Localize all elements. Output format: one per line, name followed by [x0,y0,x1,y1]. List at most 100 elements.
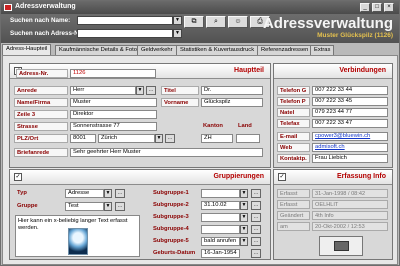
connection-value-telefon-g[interactable]: 007 222 33 44 [312,86,388,95]
vorname-field[interactable]: Glückspilz [201,98,263,107]
subgroup-4-label: Subgruppe-4 [153,226,189,232]
briefanrede-field[interactable]: Sehr geehrter Herr Muster [70,148,263,157]
connection-value-web[interactable]: admisoft.ch [312,143,388,152]
zeile3-field[interactable]: Direktor [70,110,157,119]
tab-extras[interactable]: Extras [310,45,335,55]
subgroup-2-field[interactable]: 31.10.02 [201,201,240,210]
record-action-button[interactable] [319,236,363,256]
app-subtitle: Muster Glückspilz (1126) [317,32,393,39]
info-label-geaendert: Geändert [277,211,310,220]
title-bar: Adressverwaltung _ □ × [1,1,399,14]
connection-value-telefon-p[interactable]: 007 222 33 45 [312,97,388,106]
gruppe-more-button[interactable]: … [115,202,125,211]
subgroup-5-dropdown[interactable]: ▼ [240,237,248,246]
subgroup-3-dropdown[interactable]: ▼ [240,213,248,222]
search-name-input[interactable] [77,16,173,25]
search-address-dropdown[interactable]: ▼ [173,29,182,38]
birth-date-more-button[interactable]: … [251,249,261,258]
name-label: Name/Firma [14,98,68,107]
search-name-dropdown[interactable]: ▼ [173,16,182,25]
groups-panel-checkbox[interactable]: ✓ [14,173,22,181]
titel-label: Titel [161,86,199,95]
info-value-erfasst-1: 31-Jan-1998 / 08:42 [312,189,388,198]
connection-label-telefon-p: Telefon P [277,97,310,106]
tab-statistiken[interactable]: Statistiken & Kuvertausdruck [176,45,259,55]
tab-referenzadressen[interactable]: Referenzadressen [257,45,313,55]
search-name-label: Suchen nach Name: [10,17,71,24]
land-field[interactable] [236,134,260,143]
search-button[interactable]: ⌕ [206,16,226,28]
connection-value-telefax[interactable]: 007 222 33 47 [312,119,388,128]
notes-area[interactable]: Hier kann ein x-beliebig langer Text erf… [15,215,140,257]
subgroup-1-label: Subgruppe-1 [153,190,189,196]
subgroup-5-more-button[interactable]: … [251,237,261,246]
plz-label: PLZ/Ort [14,134,68,143]
ort-field[interactable]: Zürich [98,134,155,143]
subgroup-5-label: Subgruppe-5 [153,238,189,244]
typ-dropdown[interactable]: ▼ [104,189,112,198]
name-field[interactable]: Muster [70,98,157,107]
zeile3-label: Zeile 3 [14,110,68,119]
copy-button[interactable]: ⧉ [184,16,204,28]
ort-more-button[interactable]: … [165,134,175,143]
address-number-field[interactable]: 1126 [70,69,156,78]
maximize-button[interactable]: □ [372,3,382,12]
printer-icon [334,241,349,251]
anrede-dropdown[interactable]: ▼ [136,86,144,95]
subgroup-4-more-button[interactable]: … [251,225,261,234]
subgroup-5-field[interactable]: bald anrufen [201,237,240,246]
subgroup-2-more-button[interactable]: … [251,201,261,210]
close-button[interactable]: × [384,3,394,12]
header-bar: Suchen nach Name: ▼ Suchen nach Adress-N… [1,14,399,43]
anrede-more-button[interactable]: … [146,86,156,95]
application-window: Adressverwaltung _ □ × Suchen nach Name:… [0,0,400,266]
subgroup-4-field[interactable] [201,225,240,234]
connection-label-natel: Natel [277,108,310,117]
strasse-label: Strasse [14,122,68,131]
tab-kaufmaennische-details[interactable]: Kaufmännische Details & Foto [55,45,141,55]
subgroup-3-more-button[interactable]: … [251,213,261,222]
typ-more-button[interactable]: … [115,189,125,198]
search-icon: ⌕ [214,18,218,25]
briefanrede-label: Briefanrede [14,148,68,157]
gruppe-dropdown[interactable]: ▼ [104,202,112,211]
connection-value-natel[interactable]: 079 223 44 77 [312,108,388,117]
app-title: Adressverwaltung [262,15,393,32]
typ-field[interactable]: Adresse [65,189,104,198]
connections-panel-title: Verbindungen [339,67,386,74]
tab-adress-hauptteil[interactable]: Adress-Haupteil [2,44,52,55]
subgroup-1-more-button[interactable]: … [251,189,261,198]
info-value-erfasst-2: OELHLIT [312,200,388,209]
connection-label-web: Web [277,143,310,152]
info-label-erfasst-1: Erfasst [277,189,310,198]
anrede-field[interactable]: Herr [70,86,136,95]
gruppe-field[interactable]: Test [65,202,104,211]
subgroup-1-field[interactable] [201,189,240,198]
users-button[interactable]: ☺ [228,16,248,28]
tab-content: ✓ Hauptteil Adress-Nr. 1126 Anrede Herr … [2,55,398,265]
plz-field[interactable]: 8001 [70,134,96,143]
connection-value-email[interactable]: cpower3@bluewin.ch [312,132,388,141]
users-icon: ☺ [234,18,242,25]
typ-label: Typ [17,190,27,196]
info-label-am: am [277,222,310,231]
kanton-field[interactable]: ZH [201,134,233,143]
info-panel-checkbox[interactable]: ✓ [278,173,286,181]
subgroup-4-dropdown[interactable]: ▼ [240,225,248,234]
connection-value-kontaktp[interactable]: Frau Liebich [312,154,388,163]
info-label-erfasst-2: Erfasst [277,200,310,209]
minimize-button[interactable]: _ [360,3,370,12]
info-panel: ✓ Erfassung Info Erfasst 31-Jan-1998 / 0… [273,169,393,260]
tab-geldverkehr[interactable]: Geldverkehr [137,45,177,55]
subgroup-1-dropdown[interactable]: ▼ [240,189,248,198]
groups-panel-title: Gruppierungen [213,173,264,180]
groups-panel: ✓ Gruppierungen Typ Adresse ▼ … Gruppe T… [9,169,271,260]
titel-field[interactable]: Dr. [201,86,263,95]
subgroup-3-field[interactable] [201,213,240,222]
subgroup-2-dropdown[interactable]: ▼ [240,201,248,210]
ort-dropdown[interactable]: ▼ [155,134,163,143]
strasse-field[interactable]: Sonnenstrasse 77 [70,122,157,131]
birth-date-field[interactable]: 16-Jan-1954 [201,249,240,258]
kanton-label: Kanton [203,123,223,129]
search-address-input[interactable] [77,29,173,38]
